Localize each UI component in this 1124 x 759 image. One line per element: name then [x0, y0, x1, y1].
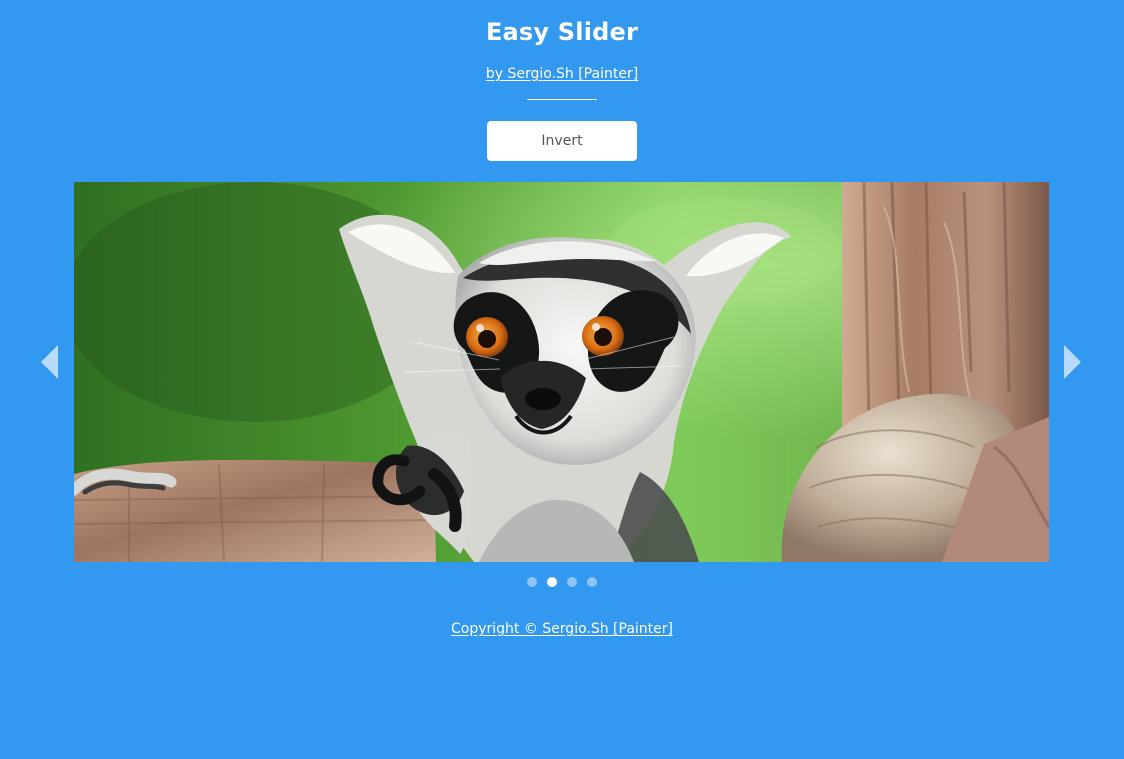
page-title: Easy Slider — [485, 18, 639, 46]
title-divider — [527, 99, 597, 100]
chevron-right-icon — [1064, 345, 1081, 379]
slide-dot-3[interactable] — [567, 577, 577, 587]
chevron-left-icon — [41, 345, 58, 379]
author-byline: by Sergio.Sh [Painter] — [0, 64, 1124, 84]
image-slider[interactable] — [74, 182, 1049, 562]
slide-pagination — [526, 577, 598, 589]
next-slide-button[interactable] — [1061, 345, 1085, 379]
slide-dot-1[interactable] — [527, 577, 537, 587]
author-link[interactable]: by Sergio.Sh [Painter] — [486, 66, 638, 82]
slide-dot-4[interactable] — [587, 577, 597, 587]
copyright-link[interactable]: Copyright © Sergio.Sh [Painter] — [451, 621, 673, 637]
invert-button[interactable]: Invert — [487, 121, 637, 161]
lemur-slide-image — [74, 182, 1049, 562]
page-footer: Copyright © Sergio.Sh [Painter] — [0, 619, 1124, 639]
previous-slide-button[interactable] — [38, 345, 62, 379]
slide-dot-2[interactable] — [547, 577, 557, 587]
